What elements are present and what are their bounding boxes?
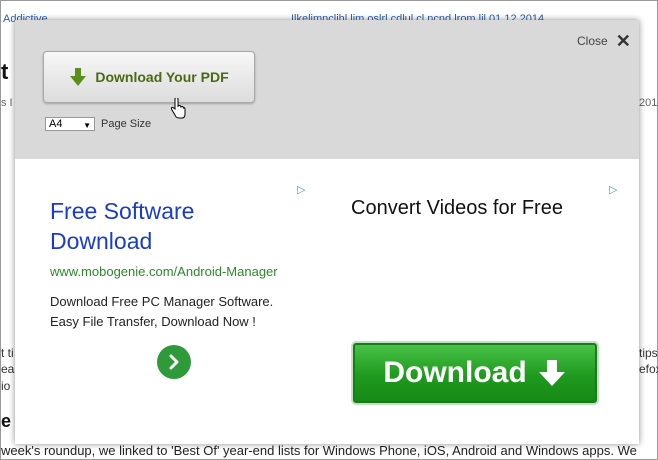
background-left-line: ea <box>1 362 15 376</box>
download-arrow-icon <box>69 67 87 87</box>
chevron-right-icon <box>169 354 179 370</box>
close-label: Close <box>577 34 608 48</box>
ad-url-link[interactable]: www.mobogenie.com/Android-Manager <box>50 264 278 279</box>
close-icon: ✕ <box>615 31 631 51</box>
close-button[interactable]: Close ✕ <box>577 31 631 51</box>
background-meta-right: 2014 <box>639 97 658 109</box>
print-pdf-modal: Download Your PDF A4 ▼ Page Size Close ✕… <box>15 20 639 444</box>
ad-download-button[interactable]: Download <box>353 343 597 403</box>
download-arrow-icon <box>538 360 565 386</box>
background-right-line: tips <box>639 346 658 360</box>
ad-title-link[interactable]: Free Software Download <box>50 196 270 256</box>
ad-headline[interactable]: Convert Videos for Free <box>351 197 563 220</box>
ad-go-button[interactable] <box>157 345 191 379</box>
background-meta-left: s I <box>1 97 13 109</box>
background-heading-fragment: t <box>1 59 9 84</box>
page-size-label: Page Size <box>101 118 152 130</box>
ad-free-software: ▷ Free Software Download www.mobogenie.c… <box>15 159 327 444</box>
page-size-select[interactable]: A4 ▼ <box>45 117 95 131</box>
download-pdf-label: Download Your PDF <box>95 69 229 85</box>
adchoices-icon[interactable]: ▷ <box>297 183 305 196</box>
hand-cursor-icon <box>169 96 187 120</box>
page-size-value: A4 <box>49 118 63 130</box>
adchoices-icon[interactable]: ▷ <box>609 183 617 196</box>
background-right-line: efox <box>639 362 658 376</box>
chevron-down-icon: ▼ <box>83 121 91 130</box>
background-left-line: io <box>1 379 11 393</box>
modal-header: Download Your PDF A4 ▼ Page Size Close ✕ <box>15 20 639 159</box>
background-left-line: t ti <box>1 346 14 360</box>
ad-download-label: Download <box>383 356 527 389</box>
download-pdf-button[interactable]: Download Your PDF <box>43 51 255 103</box>
ad-description: Download Free PC Manager Software. Easy … <box>50 294 274 329</box>
ad-convert-videos: ▷ Convert Videos for Free Download <box>327 159 639 444</box>
background-body-text: week's roundup, we linked to 'Best Of' y… <box>1 443 637 458</box>
